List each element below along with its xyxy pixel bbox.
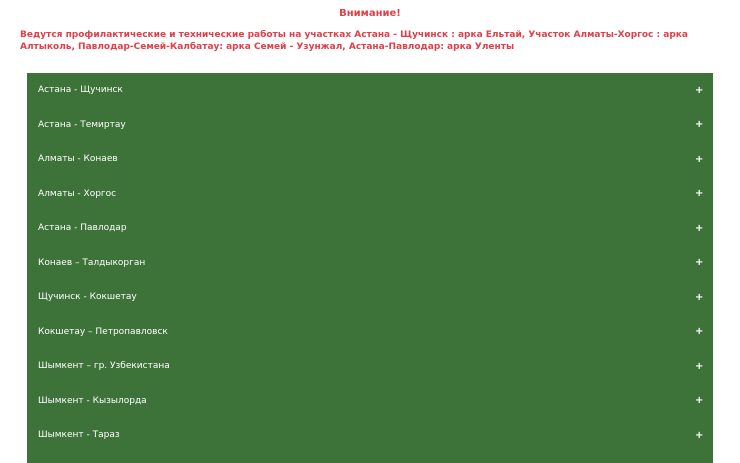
plus-icon[interactable]: + bbox=[695, 395, 703, 406]
page: Внимание! Ведутся профилактические и тех… bbox=[0, 0, 740, 463]
accordion-item-label: Кокшетау – Петропавловск bbox=[38, 326, 168, 337]
accordion-item-astana-shchuchinsk[interactable]: Астана - Щучинск + bbox=[27, 73, 713, 108]
accordion-item-kokshetau-petropavlovsk[interactable]: Кокшетау – Петропавловск + bbox=[27, 315, 713, 350]
plus-icon[interactable]: + bbox=[695, 292, 703, 303]
accordion-item-astana-temirtau[interactable]: Астана - Темиртау + bbox=[27, 108, 713, 143]
accordion-item-label: Алматы - Конаев bbox=[38, 154, 118, 165]
notice-title: Внимание! bbox=[339, 8, 401, 19]
plus-icon[interactable]: + bbox=[695, 85, 703, 96]
accordion-item-konaev-taldykorgan[interactable]: Конаев – Талдыкорган + bbox=[27, 246, 713, 281]
plus-icon[interactable]: + bbox=[695, 119, 703, 130]
accordion-item-label: Астана - Темиртау bbox=[38, 119, 126, 130]
plus-icon[interactable]: + bbox=[695, 257, 703, 268]
accordion-item-label: Алматы - Хоргос bbox=[38, 188, 117, 199]
accordion-item-label: Шымкент - Тараз bbox=[38, 430, 120, 441]
accordion-item-almaty-khorgos[interactable]: Алматы - Хоргос + bbox=[27, 177, 713, 212]
accordion-item-label: Астана - Щучинск bbox=[38, 85, 123, 96]
accordion-item-astana-pavlodar[interactable]: Астана - Павлодар + bbox=[27, 211, 713, 246]
plus-icon[interactable]: + bbox=[695, 430, 703, 441]
accordion-item-label: Конаев – Талдыкорган bbox=[38, 257, 146, 268]
accordion-item-label: Шымкент – гр. Узбекистана bbox=[38, 361, 170, 372]
plus-icon[interactable]: + bbox=[695, 361, 703, 372]
plus-icon[interactable]: + bbox=[695, 223, 703, 234]
accordion-item-shymkent-uzbekistan[interactable]: Шымкент – гр. Узбекистана + bbox=[27, 349, 713, 384]
accordion-item-shymkent-taraz[interactable]: Шымкент - Тараз + bbox=[27, 418, 713, 453]
routes-accordion: Астана - Щучинск + Астана - Темиртау + А… bbox=[27, 73, 713, 463]
plus-icon[interactable]: + bbox=[695, 154, 703, 165]
accordion-item-label: Астана - Павлодар bbox=[38, 223, 127, 234]
plus-icon[interactable]: + bbox=[695, 326, 703, 337]
notice-banner: Внимание! Ведутся профилактические и тех… bbox=[0, 0, 740, 53]
plus-icon[interactable]: + bbox=[695, 188, 703, 199]
accordion-item-label: Щучинск - Кокшетау bbox=[38, 292, 137, 303]
accordion-item-shymkent-kyzylorda[interactable]: Шымкент - Кызылорда + bbox=[27, 384, 713, 419]
accordion-item-almaty-konaev[interactable]: Алматы - Конаев + bbox=[27, 142, 713, 177]
accordion-item-label: Шымкент - Кызылорда bbox=[38, 395, 147, 406]
accordion-item-shchuchinsk-kokshetau[interactable]: Щучинск - Кокшетау + bbox=[27, 280, 713, 315]
notice-text: Ведутся профилактические и технические р… bbox=[20, 30, 688, 52]
